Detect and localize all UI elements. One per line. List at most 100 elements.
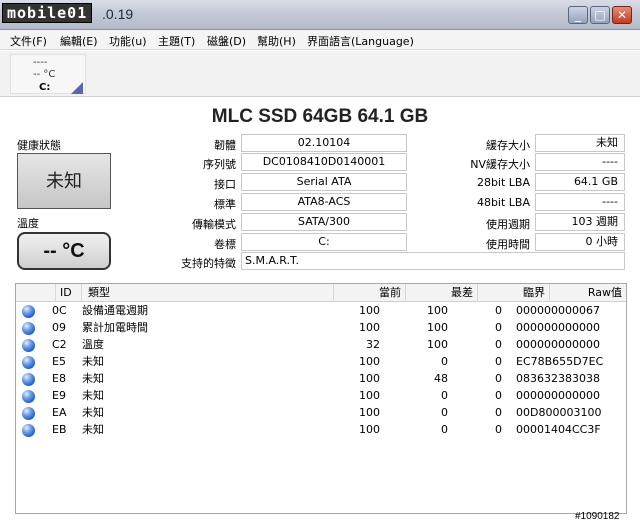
table-row[interactable]: 09 累計加電時間 100 100 0 000000000000 <box>16 320 626 336</box>
menu-function[interactable]: 功能(u) <box>109 33 147 49</box>
row-type: 未知 <box>82 355 104 368</box>
row-current: 100 <box>359 423 380 436</box>
table-row[interactable]: EB 未知 100 0 0 00001404CC3F <box>16 422 626 438</box>
row-worst: 0 <box>441 423 448 436</box>
row-threshold: 0 <box>495 406 502 419</box>
header-raw[interactable]: Raw值 <box>550 284 626 302</box>
menu-language[interactable]: 界面語言(Language) <box>307 33 414 49</box>
standard-label: 標準 <box>214 198 236 211</box>
row-current: 100 <box>359 321 380 334</box>
menu-help[interactable]: 幫助(H) <box>257 33 296 49</box>
status-dot-icon <box>22 305 35 318</box>
lba28-label: 28bit LBA <box>476 176 530 189</box>
row-raw: 000000000000 <box>516 338 600 351</box>
table-header: ID 類型 當前 最差 臨界 Raw值 <box>16 284 626 302</box>
table-row[interactable]: E5 未知 100 0 0 EC78B655D7EC <box>16 354 626 370</box>
firmware-label: 韌體 <box>214 139 236 152</box>
volume-label: 卷標 <box>214 238 236 251</box>
row-worst: 0 <box>441 406 448 419</box>
row-worst: 100 <box>427 304 448 317</box>
row-type: 溫度 <box>82 338 104 351</box>
header-type[interactable]: 類型 <box>82 284 334 302</box>
table-row[interactable]: EA 未知 100 0 0 00D800003100 <box>16 405 626 421</box>
features-label: 支持的特徵 <box>181 257 236 270</box>
serial-value: DC0108410D0140001 <box>241 153 407 171</box>
row-threshold: 0 <box>495 389 502 402</box>
row-threshold: 0 <box>495 355 502 368</box>
status-dot-icon <box>22 407 35 420</box>
maximize-button[interactable]: □ <box>590 6 610 24</box>
menu-edit[interactable]: 編輯(E) <box>60 33 98 49</box>
volume-value: C: <box>241 233 407 251</box>
row-raw: 083632383038 <box>516 372 600 385</box>
cache-size-value: 未知 <box>535 134 625 152</box>
status-dot-icon <box>22 356 35 369</box>
status-dot-icon <box>22 424 35 437</box>
drive-tile-temp: -- °C <box>33 69 56 80</box>
row-raw: 00001404CC3F <box>516 423 601 436</box>
features-value: S.M.A.R.T. <box>241 252 625 270</box>
window-title: .0.19 <box>102 6 134 22</box>
row-threshold: 0 <box>495 321 502 334</box>
minimize-button[interactable]: _ <box>568 6 588 24</box>
nv-cache-label: NV緩存大小 <box>470 158 530 171</box>
row-id: 09 <box>52 321 66 334</box>
header-worst[interactable]: 最差 <box>406 284 478 302</box>
row-worst: 100 <box>427 321 448 334</box>
row-current: 100 <box>359 372 380 385</box>
interface-value: Serial ATA <box>241 173 407 191</box>
nv-cache-value: ---- <box>535 153 625 171</box>
health-label: 健康狀態 <box>17 139 61 152</box>
power-cycles-label: 使用週期 <box>486 218 530 231</box>
drive-tile-letter: C: <box>39 82 51 93</box>
cache-size-label: 緩存大小 <box>486 139 530 152</box>
row-id: E8 <box>52 372 66 385</box>
row-type: 累計加電時間 <box>82 321 148 334</box>
table-row[interactable]: C2 溫度 32 100 0 000000000000 <box>16 337 626 353</box>
smart-attributes-table: ID 類型 當前 最差 臨界 Raw值 0C 設備通電週期 100 100 0 … <box>15 283 627 514</box>
menu-bar: 文件(F) 編輯(E) 功能(u) 主題(T) 磁盤(D) 幫助(H) 界面語言… <box>0 30 640 50</box>
drive-selected-indicator-icon <box>71 82 83 94</box>
row-id: C2 <box>52 338 67 351</box>
row-type: 未知 <box>82 406 104 419</box>
header-id[interactable]: ID <box>56 284 82 302</box>
power-hours-label: 使用時間 <box>486 238 530 251</box>
watermark-logo: mobile01 <box>2 3 93 23</box>
menu-file[interactable]: 文件(F) <box>10 33 47 49</box>
row-current: 100 <box>359 304 380 317</box>
row-raw: 000000000000 <box>516 321 600 334</box>
row-threshold: 0 <box>495 338 502 351</box>
interface-label: 接口 <box>214 178 236 191</box>
header-status[interactable] <box>16 284 56 302</box>
row-type: 未知 <box>82 372 104 385</box>
status-dot-icon <box>22 390 35 403</box>
menu-theme[interactable]: 主題(T) <box>158 33 195 49</box>
health-status-box[interactable]: 未知 <box>17 153 111 209</box>
standard-value: ATA8-ACS <box>241 193 407 211</box>
temperature-box[interactable]: -- °C <box>17 232 111 270</box>
row-threshold: 0 <box>495 304 502 317</box>
row-current: 100 <box>359 406 380 419</box>
lba28-value: 64.1 GB <box>535 173 625 191</box>
drive-model-title: MLC SSD 64GB 64.1 GB <box>211 106 429 127</box>
title-bar: mobile01 .0.19 _ □ ✕ <box>0 0 640 30</box>
drive-tile-c[interactable]: ---- -- °C C: <box>10 54 86 94</box>
row-worst: 0 <box>441 355 448 368</box>
row-worst: 0 <box>441 389 448 402</box>
menu-disk[interactable]: 磁盤(D) <box>207 33 246 49</box>
power-hours-value: 0 小時 <box>535 233 625 251</box>
row-id: 0C <box>52 304 67 317</box>
table-row[interactable]: E9 未知 100 0 0 000000000000 <box>16 388 626 404</box>
table-row[interactable]: 0C 設備通電週期 100 100 0 000000000067 <box>16 303 626 319</box>
row-current: 100 <box>359 355 380 368</box>
header-threshold[interactable]: 臨界 <box>478 284 550 302</box>
row-threshold: 0 <box>495 423 502 436</box>
close-button[interactable]: ✕ <box>612 6 632 24</box>
header-current[interactable]: 當前 <box>334 284 406 302</box>
row-threshold: 0 <box>495 372 502 385</box>
row-id: E5 <box>52 355 66 368</box>
row-type: 未知 <box>82 423 104 436</box>
row-raw: 00D800003100 <box>516 406 602 419</box>
row-id: EB <box>52 423 67 436</box>
table-row[interactable]: E8 未知 100 48 0 083632383038 <box>16 371 626 387</box>
